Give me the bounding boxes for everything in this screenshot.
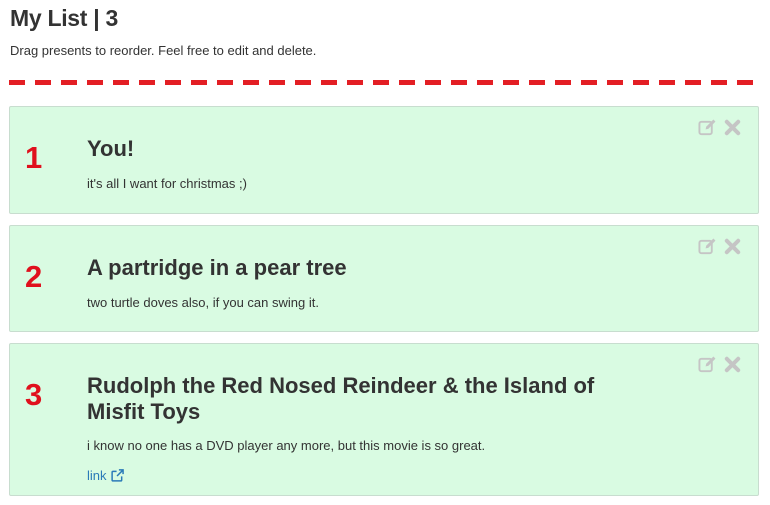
page-title: My List | 3 [10, 5, 118, 31]
delete-icon[interactable] [723, 355, 742, 374]
present-card[interactable]: 3 Rudolph the Red Nosed Reindeer & the I… [9, 343, 759, 496]
rank-number: 2 [25, 259, 43, 294]
rank-number: 3 [25, 377, 43, 412]
present-card[interactable]: 1 You! it's all I want for christmas ;) [9, 106, 759, 214]
delete-icon[interactable] [723, 118, 742, 137]
present-link[interactable]: link [87, 468, 124, 483]
edit-icon[interactable] [698, 237, 717, 256]
present-title: You! [87, 136, 135, 161]
card-actions [698, 118, 742, 137]
card-actions [698, 355, 742, 374]
page-subtitle: Drag presents to reorder. Feel free to e… [10, 43, 317, 58]
dashed-divider [9, 80, 761, 85]
edit-icon[interactable] [698, 118, 717, 137]
present-title: A partridge in a pear tree [87, 255, 347, 280]
card-actions [698, 237, 742, 256]
link-label: link [87, 468, 107, 483]
present-card[interactable]: 2 A partridge in a pear tree two turtle … [9, 225, 759, 332]
delete-icon[interactable] [723, 237, 742, 256]
present-description: it's all I want for christmas ;) [87, 176, 247, 191]
edit-icon[interactable] [698, 355, 717, 374]
present-description: i know no one has a DVD player any more,… [87, 438, 486, 453]
present-list: 1 You! it's all I want for christmas ;) … [9, 106, 759, 505]
rank-number: 1 [25, 140, 43, 175]
external-link-icon [110, 469, 124, 482]
present-title: Rudolph the Red Nosed Reindeer & the Isl… [87, 373, 595, 424]
present-description: two turtle doves also, if you can swing … [87, 295, 319, 310]
